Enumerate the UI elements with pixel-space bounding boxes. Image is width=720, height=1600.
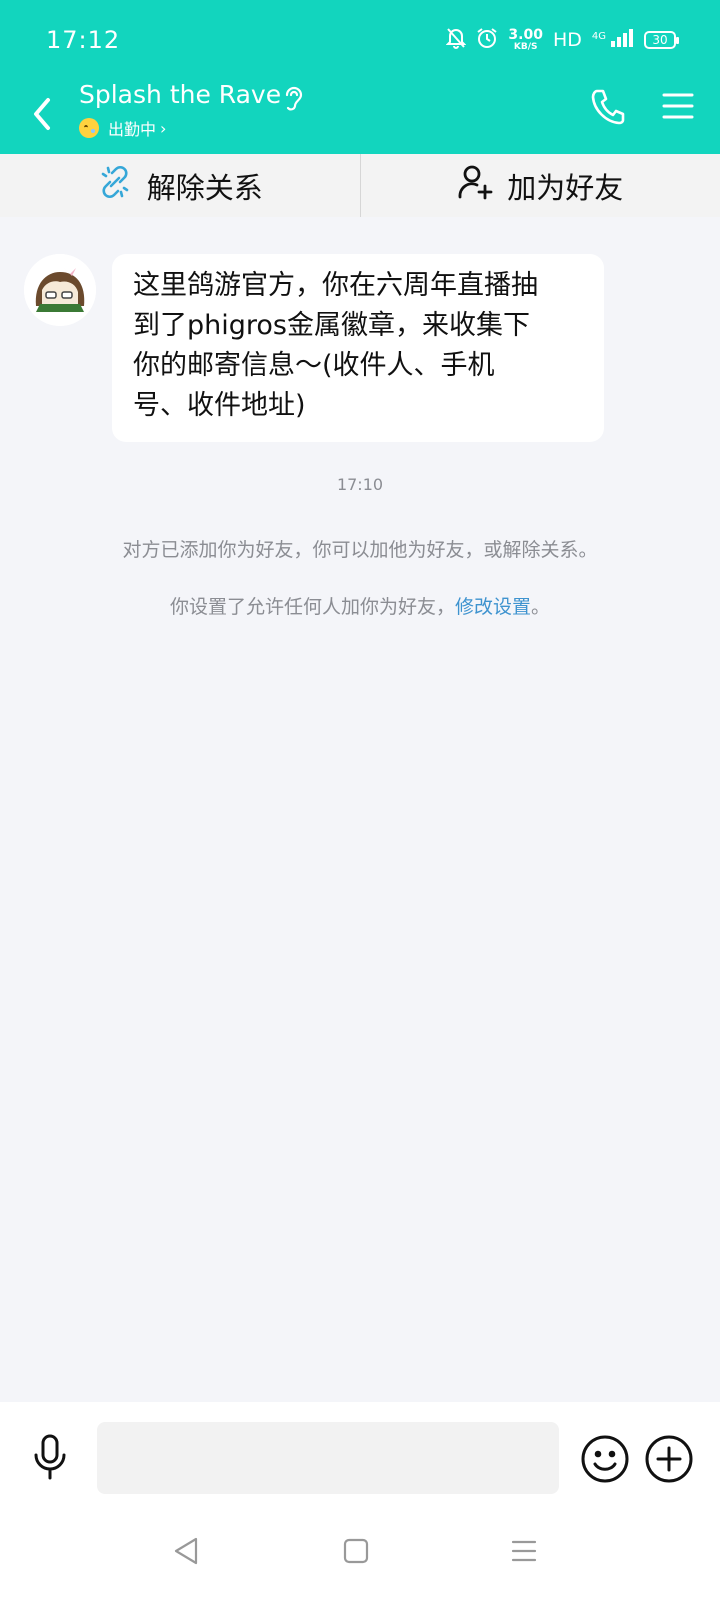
relationship-actions: 解除关系 加为好友 — [0, 154, 720, 217]
broken-link-icon — [97, 164, 133, 207]
emoji-icon[interactable] — [580, 1434, 630, 1488]
modify-settings-link[interactable]: 修改设置 — [455, 596, 531, 618]
message-line: 号、收件地址) — [133, 390, 306, 421]
signal-icon — [610, 28, 634, 52]
mute-bell-icon — [445, 27, 467, 53]
unbind-button[interactable]: 解除关系 — [0, 154, 360, 217]
message-timestamp: 17:10 — [336, 475, 384, 494]
net-speed-unit: KB/S — [513, 42, 538, 52]
message-bubble[interactable]: 这里鸽游官方，你在六周年直播抽 到了phigros金属徽章，来收集下 你的邮寄信… — [112, 254, 604, 442]
system-nav-bar — [0, 1516, 720, 1600]
status-bar: 17:12 3.00 KB/S HD 4G 30 — [0, 0, 720, 80]
battery-level: 30 — [652, 33, 668, 47]
nav-home-icon[interactable] — [342, 1536, 370, 1570]
add-friend-button[interactable]: 加为好友 — [361, 154, 720, 217]
alarm-icon — [476, 27, 498, 53]
message-line: 这里鸽游官方，你在六周年直播抽 — [133, 270, 538, 301]
battery-icon: 30 — [644, 31, 679, 49]
status-icons: 3.00 KB/S HD 4G 30 — [445, 27, 679, 53]
add-friend-label: 加为好友 — [507, 170, 624, 205]
phone-icon[interactable] — [590, 88, 626, 130]
unbind-label: 解除关系 — [146, 170, 263, 205]
friend-notice: 对方已添加你为好友，你可以加他为好友，或解除关系。 — [122, 539, 598, 561]
net-speed-value: 3.00 — [508, 27, 543, 43]
input-bar — [0, 1402, 720, 1516]
nav-menu-icon[interactable] — [510, 1536, 538, 1570]
contact-status-text: 出勤中 — [108, 120, 157, 139]
message-line: 你的邮寄信息～(收件人、手机 — [133, 350, 495, 381]
hd-indicator: HD — [552, 29, 582, 51]
net-speed: 3.00 KB/S — [508, 28, 543, 52]
chevron-right-icon: › — [160, 118, 167, 138]
message-line: 到了phigros金属徽章，来收集下 — [133, 310, 530, 341]
back-arrow-icon[interactable] — [22, 84, 62, 132]
status-emoji-icon — [79, 118, 99, 138]
chat-header: Splash the Rave 出勤中 › — [0, 76, 720, 154]
settings-notice-text: 你设置了允许任何人加你为好友， — [169, 596, 455, 618]
network-type: 4G — [591, 30, 606, 42]
top-bar: 17:12 3.00 KB/S HD 4G 30 Splash the Rave… — [0, 0, 720, 154]
ear-icon[interactable] — [283, 84, 305, 118]
plus-icon[interactable] — [644, 1434, 694, 1488]
add-user-icon — [457, 164, 493, 207]
nav-back-icon[interactable] — [172, 1536, 200, 1570]
settings-notice-period: 。 — [531, 596, 551, 618]
status-time: 17:12 — [46, 26, 121, 54]
contact-name[interactable]: Splash the Rave — [79, 80, 281, 109]
message-input[interactable] — [97, 1422, 559, 1494]
avatar[interactable] — [24, 254, 96, 326]
microphone-icon[interactable] — [32, 1433, 68, 1485]
menu-icon[interactable] — [662, 92, 694, 124]
contact-status[interactable]: 出勤中 › — [79, 116, 166, 140]
settings-notice: 你设置了允许任何人加你为好友，修改设置。 — [0, 592, 720, 619]
